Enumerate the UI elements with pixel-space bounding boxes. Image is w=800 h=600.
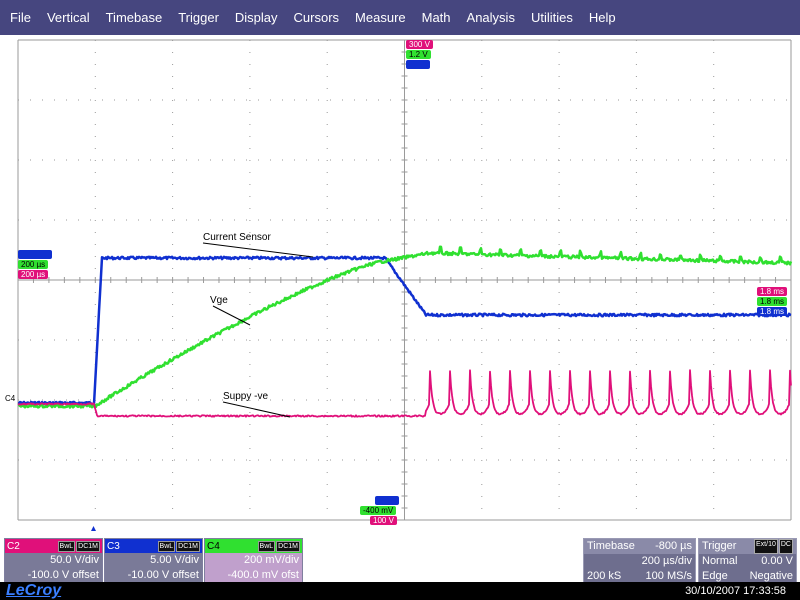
channel-c2-coupling-badge: DC1M	[76, 540, 100, 552]
channel-c4-panel[interactable]: C4 BwL DC1M 200 mV/div -400.0 mV ofst	[204, 538, 303, 586]
channel-c4-offset: -400.0 mV ofst	[227, 569, 299, 581]
channel-c4-id: C4	[207, 540, 220, 552]
menu-cursors[interactable]: Cursors	[285, 0, 347, 35]
trigger-level: 0.00 V	[761, 555, 793, 567]
tag-bottom-c2: 100 V	[370, 516, 397, 525]
tag-top-c2: 300 V	[406, 40, 433, 49]
tag-left-c4: 200 µs	[18, 260, 49, 269]
channel-marker: C4	[5, 394, 16, 403]
menu-measure[interactable]: Measure	[346, 0, 413, 35]
channel-c2-id: C2	[7, 540, 20, 552]
label-current-sensor: Current Sensor	[203, 232, 271, 243]
lecroy-logo: LeCroy	[6, 582, 62, 599]
channel-c3-vdiv: 5.00 V/div	[150, 554, 199, 566]
label-current-sensor-leader	[202, 242, 314, 258]
trigger-position-marker	[91, 526, 96, 531]
status-footer: LeCroy 30/10/2007 17:33:58	[0, 582, 800, 600]
menu-help[interactable]: Help	[580, 0, 623, 35]
timebase-panel[interactable]: Timebase -800 µs 200 µs/div 200 kS 100 M…	[583, 538, 696, 586]
trigger-mode: Normal	[702, 555, 738, 567]
tag-right-c2: 1.8 ms	[757, 287, 788, 296]
trigger-panel[interactable]: Trigger Ext/10 DC Normal 0.00 V Edge Neg…	[698, 538, 797, 586]
menu-analysis[interactable]: Analysis	[458, 0, 522, 35]
channel-c3-panel[interactable]: C3 BwL DC1M 5.00 V/div -10.00 V offset	[104, 538, 203, 586]
label-vge: Vge	[210, 295, 228, 306]
timebase-tdiv: 200 µs/div	[641, 555, 692, 567]
menu-vertical[interactable]: Vertical	[38, 0, 97, 35]
tag-bottom-c4: -400 mV	[360, 506, 397, 515]
date-time: 30/10/2007 17:33:58	[685, 585, 786, 597]
timebase-label: Timebase	[587, 540, 635, 552]
menu-math[interactable]: Math	[413, 0, 458, 35]
label-supply: Suppy -ve	[223, 391, 268, 402]
waveform-display[interactable]: Current Sensor Vge Suppy -ve C4 300 V 1.2 V…	[0, 35, 800, 532]
channel-c3-coupling-badge: DC1M	[176, 540, 200, 552]
menu-utilities[interactable]: Utilities	[522, 0, 580, 35]
tag-right-c4: 1.8 ms	[757, 297, 788, 306]
channel-c3-id: C3	[107, 540, 120, 552]
channel-c4-coupling-badge: DC1M	[276, 540, 300, 552]
tag-bottom-c3	[375, 496, 399, 505]
menu-bar: File Vertical Timebase Trigger Display Cursor…	[0, 0, 800, 35]
tag-right-c3: 1.8 ms	[757, 307, 788, 316]
channel-c2-panel[interactable]: C2 BwL DC1M 50.0 V/div -100.0 V offset	[4, 538, 103, 586]
channel-c4-bw-badge: BwL	[257, 540, 276, 552]
tag-left-c3	[18, 250, 52, 259]
timebase-delay: -800 µs	[655, 540, 692, 552]
menu-timebase[interactable]: Timebase	[97, 0, 170, 35]
tag-top-c4: 1.2 V	[406, 50, 431, 59]
label-vge-leader	[212, 305, 251, 326]
channel-c3-bw-badge: BwL	[157, 540, 176, 552]
menu-file[interactable]: File	[0, 0, 38, 35]
trigger-coupling-badge: DC	[778, 539, 793, 554]
channel-c2-vdiv: 50.0 V/div	[50, 554, 99, 566]
channel-c2-bw-badge: BwL	[57, 540, 76, 552]
menu-display[interactable]: Display	[226, 0, 285, 35]
channel-c4-vdiv: 200 mV/div	[243, 554, 299, 566]
tag-left-c2: 200 µs	[18, 270, 49, 279]
trigger-label: Trigger	[702, 540, 737, 552]
trigger-source-badge: Ext/10	[754, 539, 778, 554]
channel-c2-offset: -100.0 V offset	[27, 569, 99, 581]
tag-top-c3	[406, 60, 430, 69]
graticule: Current Sensor Vge Suppy -ve C4	[5, 39, 793, 531]
channel-c3-offset: -10.00 V offset	[127, 569, 199, 581]
menu-trigger[interactable]: Trigger	[169, 0, 226, 35]
